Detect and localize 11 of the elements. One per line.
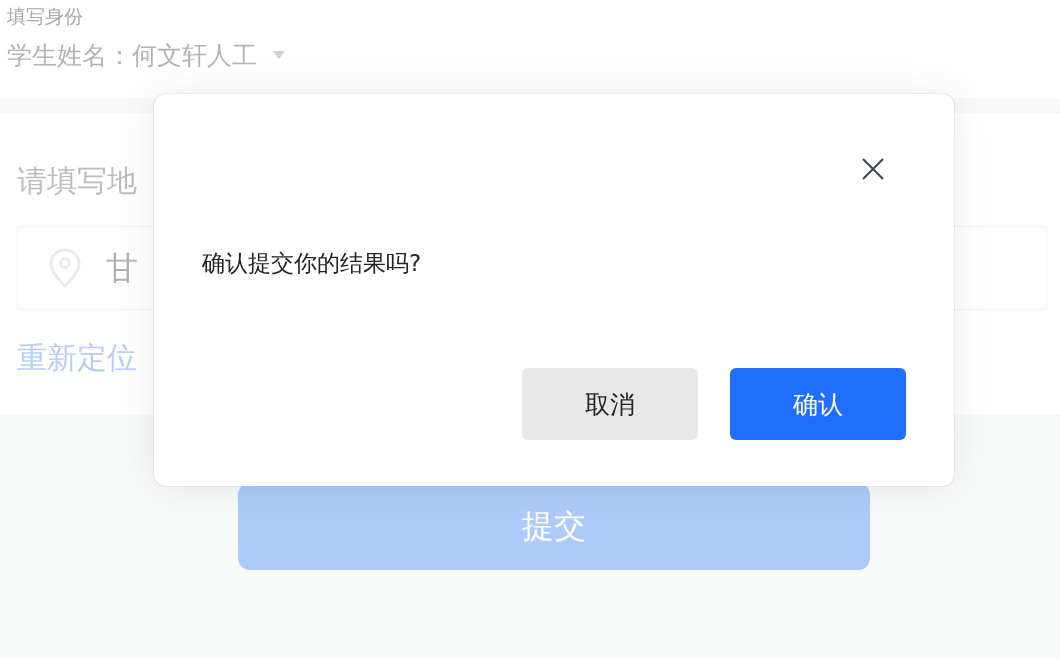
- address-title: 请填写地: [17, 162, 137, 200]
- field-label: 学生姓名：: [7, 39, 132, 72]
- section-title: 填写身份: [7, 4, 84, 29]
- cancel-button[interactable]: 取消: [522, 368, 698, 440]
- submit-button[interactable]: 提交: [238, 483, 870, 570]
- caret-icon: [273, 51, 285, 59]
- confirm-button[interactable]: 确认: [730, 368, 906, 440]
- student-select[interactable]: 何文轩人工: [132, 38, 285, 72]
- close-icon[interactable]: [862, 158, 884, 180]
- dialog-message: 确认提交你的结果吗?: [202, 249, 423, 278]
- relocate-link[interactable]: 重新定位: [17, 340, 137, 376]
